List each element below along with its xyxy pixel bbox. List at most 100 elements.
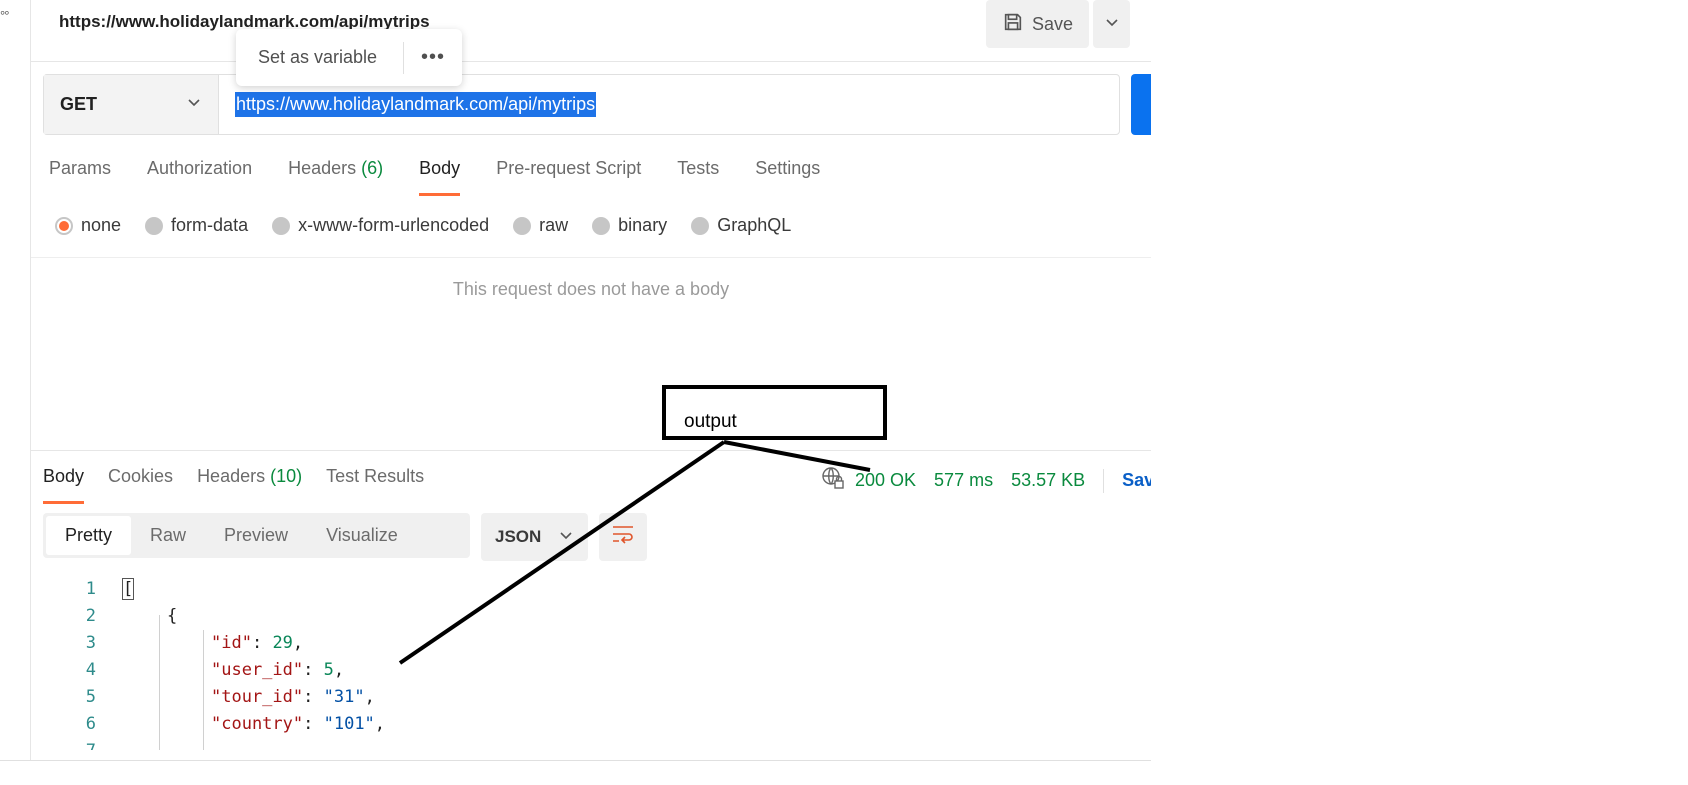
status-bar-divider: [0, 760, 1151, 761]
tab-tests[interactable]: Tests: [677, 158, 719, 196]
empty-area: [1151, 0, 1688, 785]
radio-unselected: [592, 216, 611, 235]
radio-selected: [55, 216, 73, 235]
line-number: 3: [85, 632, 96, 653]
tab-settings[interactable]: Settings: [755, 158, 820, 196]
json-key: "country": [211, 713, 304, 734]
tab-params[interactable]: Params: [49, 158, 111, 196]
chevron-down-icon: [558, 527, 574, 548]
body-type-binary[interactable]: binary: [592, 215, 667, 236]
divider: [31, 257, 1151, 258]
code-line: 6 "country": "101",: [31, 710, 1151, 737]
code-line: 1 [: [31, 575, 1151, 602]
status-code[interactable]: 200 OK: [855, 470, 916, 491]
save-icon: [1002, 11, 1024, 38]
globe-lock-icon[interactable]: [821, 466, 845, 495]
line-number: 4: [85, 659, 96, 680]
save-options-dropdown[interactable]: [1093, 0, 1130, 48]
set-as-variable-option[interactable]: Set as variable: [236, 47, 403, 68]
format-select[interactable]: JSON: [481, 513, 588, 561]
response-code-editor[interactable]: 1 [ 2 { 3 "id": 29, 4 "user_id": 5, 5 "t…: [31, 575, 1151, 750]
code-text: "tour_id": "31",: [211, 686, 375, 707]
view-visualize[interactable]: Visualize: [307, 516, 417, 555]
body-type-urlencoded-label: x-www-form-urlencoded: [298, 215, 490, 235]
wrap-lines-button[interactable]: [599, 513, 647, 561]
radio-unselected: [272, 216, 291, 235]
response-meta: 200 OK 577 ms 53.57 KB Save: [821, 466, 1151, 495]
body-type-form-data[interactable]: form-data: [145, 215, 248, 236]
tab-headers-label: Headers: [288, 158, 357, 178]
response-pane-divider[interactable]: [31, 450, 1151, 451]
body-type-raw-label: raw: [539, 215, 569, 235]
code-text: [: [121, 577, 135, 600]
annotation-box: output: [662, 385, 887, 440]
save-button[interactable]: Save: [986, 0, 1089, 48]
body-type-graphql[interactable]: GraphQL: [691, 215, 791, 236]
url-input-value: https://www.holidaylandmark.com/api/mytr…: [235, 92, 597, 117]
code-line: 3 "id": 29,: [31, 629, 1151, 656]
body-type-none[interactable]: none: [55, 215, 121, 236]
json-value: 5: [323, 659, 334, 680]
response-tab-body[interactable]: Body: [43, 466, 85, 504]
json-value: "101": [323, 713, 375, 734]
response-view-mode: Pretty Raw Preview Visualize: [43, 513, 470, 558]
more-options-icon[interactable]: •••: [404, 46, 462, 69]
json-value: 29: [272, 632, 293, 653]
empty-body-message: This request does not have a body: [452, 279, 730, 299]
sidebar-collapse-icon[interactable]: °°: [0, 8, 9, 23]
json-key: "id": [211, 632, 252, 653]
view-pretty[interactable]: Pretty: [46, 516, 132, 555]
code-text: "user_id": 5,: [211, 659, 345, 680]
code-text: {: [167, 605, 178, 626]
json-key: "user_id": [211, 659, 304, 680]
body-type-graphql-label: GraphQL: [717, 215, 792, 235]
tab-headers[interactable]: Headers (6): [288, 158, 383, 196]
body-type-binary-label: binary: [618, 215, 668, 235]
response-tab-headers[interactable]: Headers (10): [197, 466, 302, 504]
response-time[interactable]: 577 ms: [934, 470, 993, 491]
line-number: 2: [85, 605, 96, 626]
code-line: 2 {: [31, 602, 1151, 629]
code-line: 5 "tour_id": "31",: [31, 683, 1151, 710]
body-type-raw[interactable]: raw: [513, 215, 568, 236]
response-size[interactable]: 53.57 KB: [1011, 470, 1085, 491]
radio-unselected: [145, 216, 164, 235]
bracket-token: [: [121, 577, 135, 600]
response-tab-cookies[interactable]: Cookies: [108, 466, 173, 504]
code-text: "country": "101",: [211, 713, 386, 734]
request-panel: https://www.holidaylandmark.com/api/mytr…: [31, 0, 1151, 760]
radio-unselected: [691, 216, 710, 235]
save-response-button[interactable]: Save: [1122, 470, 1151, 491]
code-text: "id": 29,: [211, 632, 304, 653]
left-sidebar-strip: °°: [0, 0, 31, 760]
tab-pre-request-script[interactable]: Pre-request Script: [496, 158, 641, 196]
body-type-options: none form-data x-www-form-urlencoded raw…: [55, 215, 815, 236]
line-number: 7: [31, 741, 96, 751]
response-tabs: Body Cookies Headers (10) Test Results: [43, 466, 448, 504]
http-method-select[interactable]: GET: [44, 75, 219, 134]
divider: [31, 61, 1151, 62]
view-preview[interactable]: Preview: [205, 516, 307, 555]
tab-authorization[interactable]: Authorization: [147, 158, 252, 196]
wrap-lines-icon: [611, 524, 635, 551]
set-variable-popup: Set as variable •••: [236, 29, 462, 86]
json-value: "31": [323, 686, 365, 707]
headers-count-badge: (6): [361, 158, 384, 178]
line-number: 1: [85, 578, 96, 599]
http-method-value: GET: [60, 94, 98, 114]
save-button-label: Save: [1031, 13, 1074, 34]
body-type-none-label: none: [81, 215, 122, 235]
annotation-label: output: [684, 411, 737, 432]
view-raw[interactable]: Raw: [131, 516, 205, 555]
divider: [1103, 468, 1105, 493]
code-line: 7: [31, 737, 1151, 751]
chevron-down-icon: [186, 94, 202, 115]
send-button[interactable]: [1131, 74, 1151, 135]
radio-unselected: [513, 216, 532, 235]
format-select-value: JSON: [495, 527, 542, 546]
response-tab-test-results[interactable]: Test Results: [326, 466, 424, 504]
body-type-form-data-label: form-data: [171, 215, 249, 235]
body-type-urlencoded[interactable]: x-www-form-urlencoded: [272, 215, 489, 236]
response-tab-headers-label: Headers: [197, 466, 266, 486]
tab-body[interactable]: Body: [419, 158, 461, 196]
